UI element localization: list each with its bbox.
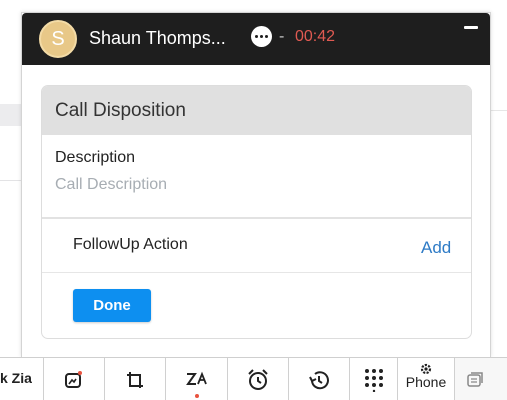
section-divider [42,217,471,219]
more-options-icon[interactable] [251,26,272,47]
section-divider [42,272,471,273]
description-label: Description [55,149,136,166]
ask-zia-button[interactable]: k Zia [0,358,44,400]
reminder-button[interactable] [228,358,289,400]
call-timer: 00:42 [295,28,336,45]
zia-signature-button[interactable] [166,358,228,400]
call-widget: S Shaun Thomps... - 00:42 Call Dispositi… [21,12,491,357]
card-title: Call Disposition [42,86,471,135]
alarm-clock-icon [248,368,268,390]
add-followup-link[interactable]: Add [421,238,451,258]
minimize-icon[interactable] [464,26,478,29]
phone-settings-button[interactable]: Phone [398,358,455,400]
image-sparkle-icon [65,370,82,388]
done-button[interactable]: Done [73,289,151,322]
chat-button[interactable] [455,358,495,400]
bottom-toolbar: k Zia Phone [0,357,507,400]
background-divider-right [490,110,507,111]
followup-action-label: FollowUp Action [73,236,188,253]
zia-signature-icon [185,371,207,385]
notification-dot [195,394,199,398]
call-disposition-card: Call Disposition Description FollowUp Ac… [41,85,472,339]
background-divider [0,180,21,181]
history-button[interactable] [289,358,350,400]
caller-avatar: S [39,20,77,58]
phone-label: Phone [405,374,447,390]
crop-transfer-icon [127,371,143,388]
call-description-input[interactable] [55,176,455,194]
call-header: S Shaun Thomps... - 00:42 [22,13,490,65]
dialpad-icon [364,368,383,392]
history-icon [309,370,329,389]
caller-name: Shaun Thomps... [89,28,226,48]
background-page-strip [0,104,21,126]
header-separator: - [279,28,285,45]
chat-bubbles-icon [467,371,483,387]
ask-zia-label: k Zia [0,370,32,386]
dialpad-button[interactable] [350,358,398,400]
image-sparkle-button[interactable] [44,358,105,400]
crop-transfer-button[interactable] [105,358,166,400]
